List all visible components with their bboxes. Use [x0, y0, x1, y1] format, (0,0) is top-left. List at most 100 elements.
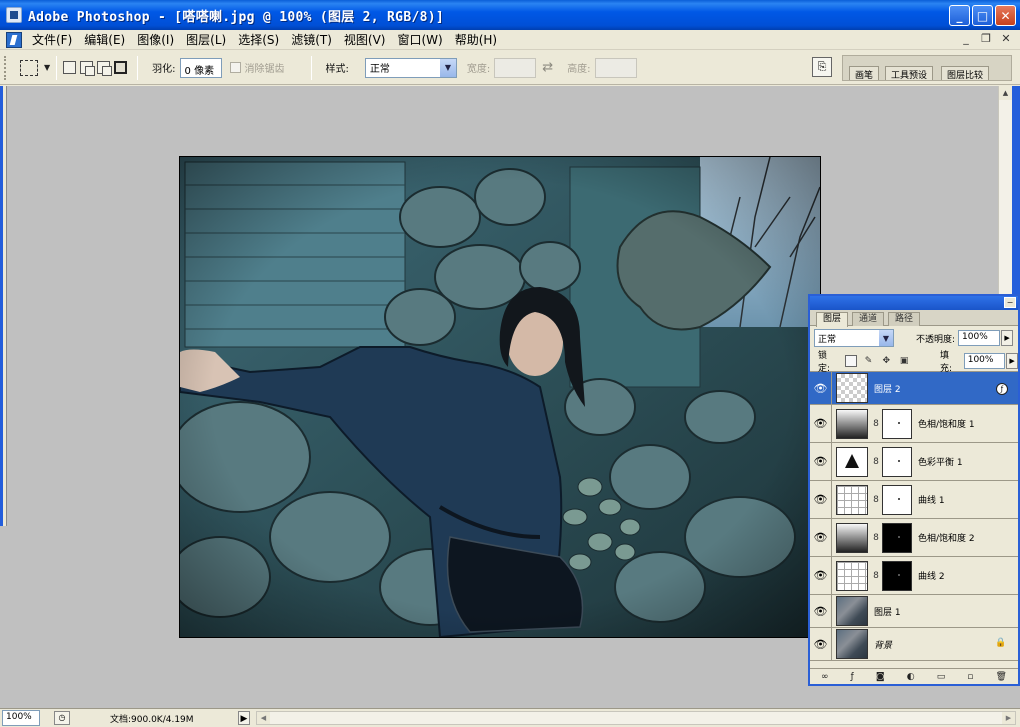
eye-icon[interactable]: 👁	[810, 557, 832, 594]
layer-row-background[interactable]: 👁 背景 🔒	[810, 628, 1018, 661]
layer-row-layer-1[interactable]: 👁 图层 1	[810, 595, 1018, 628]
menu-edit[interactable]: 编辑(E)	[78, 31, 131, 49]
layer-row-layer-2[interactable]: 👁 图层 2 ƒ	[810, 372, 1018, 405]
rect-marquee-tool-icon[interactable]	[20, 59, 38, 76]
tab-paths[interactable]: 路径	[888, 312, 921, 326]
menu-image[interactable]: 图像(I)	[131, 31, 180, 49]
status-arrow-icon[interactable]: ▶	[238, 711, 250, 725]
lock-transparency-icon[interactable]	[844, 354, 857, 367]
eye-icon[interactable]: 👁	[810, 519, 832, 556]
layers-palette-titlebar[interactable]: −	[810, 296, 1018, 310]
eye-icon[interactable]: 👁	[810, 443, 832, 480]
well-tab-tool-presets[interactable]: 工具预设	[885, 66, 934, 81]
menu-window[interactable]: 窗口(W)	[391, 31, 448, 49]
opacity-input[interactable]: 100%	[958, 330, 1001, 346]
tab-layers[interactable]: 图层	[816, 312, 849, 327]
new-selection-icon[interactable]	[63, 61, 77, 74]
subtract-selection-icon[interactable]	[97, 61, 113, 76]
curves-adjustment-icon	[836, 560, 868, 591]
close-button[interactable]: ✕	[995, 5, 1016, 26]
scroll-left-icon[interactable]: ◀	[257, 712, 270, 724]
add-selection-icon[interactable]	[80, 61, 96, 76]
layer-row-color-balance-1[interactable]: 👁 8 色彩平衡 1	[810, 443, 1018, 481]
document-icon[interactable]	[6, 31, 22, 48]
lock-all-icon[interactable]: ▣	[898, 355, 910, 367]
link-chain-icon[interactable]: 8	[872, 531, 880, 545]
options-bar-grip[interactable]	[4, 55, 8, 80]
scroll-up-icon[interactable]: ▲	[999, 86, 1012, 100]
fill-slider-arrow[interactable]: ▶	[1006, 352, 1019, 369]
add-layer-style-icon[interactable]: ƒ	[851, 672, 854, 682]
eye-icon[interactable]: 👁	[810, 405, 832, 442]
trash-icon[interactable]: 🗑	[996, 672, 1007, 682]
vertical-scrollbar[interactable]: ▲	[998, 86, 1012, 296]
link-chain-icon[interactable]: 8	[872, 455, 880, 469]
horizontal-scrollbar[interactable]: ◀ ▶	[256, 711, 1016, 725]
scroll-right-icon[interactable]: ▶	[1002, 712, 1015, 724]
minimize-button[interactable]: _	[949, 5, 970, 26]
layer-mask-thumbnail[interactable]	[882, 522, 912, 553]
menu-help[interactable]: 帮助(H)	[449, 31, 503, 49]
feather-input[interactable]: 0 像素	[179, 57, 222, 78]
layer-mask-thumbnail[interactable]	[882, 446, 912, 477]
opacity-slider-arrow[interactable]: ▶	[1001, 330, 1014, 346]
layer-thumbnail	[836, 629, 868, 659]
eye-icon[interactable]: 👁	[810, 628, 832, 660]
fill-input[interactable]: 100%	[963, 352, 1006, 369]
width-input[interactable]	[494, 57, 537, 78]
style-select[interactable]: 正常 ▼	[364, 57, 457, 78]
document-canvas[interactable]	[179, 156, 821, 638]
doc-restore-button[interactable]: ❐	[978, 32, 994, 47]
menu-bar: 文件(F) 编辑(E) 图像(I) 图层(L) 选择(S) 滤镜(T) 视图(V…	[0, 30, 1020, 50]
eye-icon[interactable]: 👁	[810, 595, 832, 627]
width-label: 宽度:	[466, 64, 491, 75]
file-browser-icon[interactable]: ⎘	[812, 57, 832, 77]
menu-file[interactable]: 文件(F)	[26, 31, 78, 49]
palette-minimize-button[interactable]: −	[1004, 297, 1016, 308]
tab-channels[interactable]: 通道	[852, 312, 885, 326]
link-chain-icon[interactable]: 8	[872, 569, 880, 583]
layer-row-hue-saturation-1[interactable]: 👁 8 色相/饱和度 1	[810, 405, 1018, 443]
palette-well: 画笔 工具预设 图层比较	[842, 55, 1012, 81]
link-chain-icon[interactable]: 8	[872, 417, 880, 431]
layers-palette-footer: ∞ ƒ ◙ ◐ ▭ ▫ 🗑	[810, 668, 1018, 684]
menu-select[interactable]: 选择(S)	[232, 31, 285, 49]
height-input[interactable]	[594, 57, 637, 78]
layer-style-icon[interactable]: ƒ	[996, 383, 1008, 395]
link-chain-icon[interactable]: 8	[872, 493, 880, 507]
swap-dimensions-icon[interactable]: ⇄	[542, 60, 553, 75]
tool-preset-dropdown[interactable]: ▼	[44, 63, 50, 72]
blend-mode-select[interactable]: 正常 ▼	[814, 329, 894, 347]
lock-position-icon[interactable]: ✥	[880, 355, 892, 367]
doc-close-button[interactable]: ✕	[998, 32, 1014, 47]
lock-pixels-icon[interactable]: ✎	[863, 355, 875, 367]
layer-mask-thumbnail[interactable]	[882, 408, 912, 439]
menu-layer[interactable]: 图层(L)	[180, 31, 232, 49]
maximize-button[interactable]: □	[972, 5, 993, 26]
well-tab-layer-comps[interactable]: 图层比较	[941, 66, 990, 81]
photoshop-app-icon[interactable]	[6, 7, 22, 23]
link-layers-icon[interactable]: ∞	[821, 672, 829, 682]
new-group-icon[interactable]: ▭	[937, 672, 946, 682]
hue-saturation-adjustment-icon	[836, 408, 868, 439]
menu-view[interactable]: 视图(V)	[338, 31, 392, 49]
curves-adjustment-icon	[836, 484, 868, 515]
eye-icon[interactable]: 👁	[810, 372, 832, 404]
layer-name: 色彩平衡 1	[918, 458, 963, 468]
layer-mask-thumbnail[interactable]	[882, 484, 912, 515]
layer-row-hue-saturation-2[interactable]: 👁 8 色相/饱和度 2	[810, 519, 1018, 557]
layer-row-curves-1[interactable]: 👁 8 曲线 1	[810, 481, 1018, 519]
layer-row-curves-2[interactable]: 👁 8 曲线 2	[810, 557, 1018, 595]
layer-mask-thumbnail[interactable]	[882, 560, 912, 591]
status-menu-icon[interactable]: ◷	[54, 711, 70, 725]
zoom-input[interactable]: 100%	[2, 710, 40, 726]
antialias-checkbox[interactable]	[229, 62, 241, 73]
doc-minimize-button[interactable]: _	[958, 32, 974, 47]
well-tab-brushes[interactable]: 画笔	[849, 66, 880, 81]
new-adjustment-layer-icon[interactable]: ◐	[907, 672, 915, 682]
add-mask-icon[interactable]: ◙	[876, 672, 885, 682]
new-layer-icon[interactable]: ▫	[967, 672, 973, 682]
eye-icon[interactable]: 👁	[810, 481, 832, 518]
intersect-selection-icon[interactable]	[114, 61, 128, 74]
menu-filter[interactable]: 滤镜(T)	[285, 31, 338, 49]
